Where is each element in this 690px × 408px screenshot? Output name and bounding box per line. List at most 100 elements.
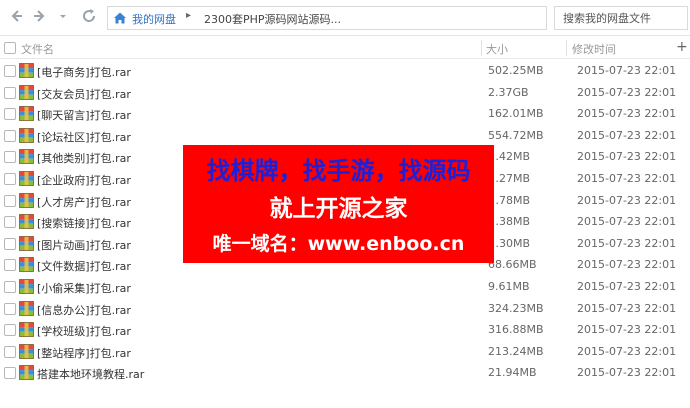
file-modified-time: 2015-07-23 22:01 xyxy=(577,366,677,380)
column-divider[interactable] xyxy=(566,40,567,56)
file-size: …42MB xyxy=(488,150,531,164)
column-header-size[interactable]: 大小 xyxy=(486,41,508,57)
file-size: …38MB xyxy=(488,215,531,229)
file-modified-time: 2015-07-23 22:01 xyxy=(577,107,677,121)
column-header-modified-time[interactable]: 修改时间 xyxy=(572,41,616,57)
select-all-checkbox[interactable] xyxy=(4,42,16,54)
file-size: 21.94MB xyxy=(488,366,537,380)
file-row[interactable]: [学校班级]打包.rar 316.88MB 2015-07-23 22:01 xyxy=(0,319,690,341)
file-modified-time: 2015-07-23 22:01 xyxy=(577,258,677,272)
file-checkbox[interactable] xyxy=(4,280,16,293)
file-modified-time: 2015-07-23 22:01 xyxy=(577,150,677,164)
file-checkbox[interactable] xyxy=(4,345,16,358)
file-size: 213.24MB xyxy=(488,344,544,358)
file-row[interactable]: [整站程序]打包.rar 213.24MB 2015-07-23 22:01 xyxy=(0,341,690,363)
file-checkbox[interactable] xyxy=(4,65,16,77)
file-name[interactable]: [交友会员]打包.rar xyxy=(37,86,131,102)
column-header-name[interactable]: 文件名 xyxy=(21,41,54,57)
file-row[interactable]: [聊天留言]打包.rar 162.01MB 2015-07-23 22:01 xyxy=(0,103,690,125)
arrow-left-icon[interactable] xyxy=(6,8,26,28)
file-name[interactable]: [人才房产]打包.rar xyxy=(37,194,131,210)
navigation-bar: 我的网盘 ▸ 2300套PHP源码网站源码... xyxy=(0,0,690,36)
file-checkbox[interactable] xyxy=(4,86,16,99)
rar-archive-icon xyxy=(19,127,34,143)
file-name[interactable]: 搭建本地环境教程.rar xyxy=(37,366,144,382)
file-checkbox[interactable] xyxy=(4,151,16,164)
rar-archive-icon xyxy=(19,365,34,381)
file-row[interactable]: [交友会员]打包.rar 2.37GB 2015-07-23 22:01 xyxy=(0,82,690,104)
file-size: 316.88MB xyxy=(488,323,544,337)
file-list-header: 文件名 大小 修改时间 + xyxy=(0,37,690,59)
file-name[interactable]: [聊天留言]打包.rar xyxy=(37,107,131,123)
refresh-icon[interactable] xyxy=(78,8,100,28)
file-name[interactable]: [搜索链接]打包.rar xyxy=(37,215,131,231)
file-name[interactable]: [企业政府]打包.rar xyxy=(37,172,131,188)
file-row[interactable]: [小偷采集]打包.rar 9.61MB 2015-07-23 22:01 xyxy=(0,276,690,298)
advertisement-banner: 找棋牌，找手游，找源码 就上开源之家 唯一域名：www.enboo.cn xyxy=(183,145,494,263)
file-modified-time: 2015-07-23 22:01 xyxy=(577,344,677,358)
file-checkbox[interactable] xyxy=(4,172,16,185)
file-name[interactable]: [其他类别]打包.rar xyxy=(37,150,131,166)
add-column-icon[interactable]: + xyxy=(676,40,688,54)
file-name[interactable]: [学校班级]打包.rar xyxy=(37,323,131,339)
search-input[interactable] xyxy=(554,6,688,30)
breadcrumb-home[interactable]: 我的网盘 xyxy=(132,11,176,27)
home-icon[interactable] xyxy=(113,11,127,25)
file-size: 68.66MB xyxy=(488,258,537,272)
rar-archive-icon xyxy=(19,257,34,273)
breadcrumb-separator-icon: ▸ xyxy=(186,10,192,21)
file-row[interactable]: [论坛社区]打包.rar 554.72MB 2015-07-23 22:01 xyxy=(0,125,690,147)
file-checkbox[interactable] xyxy=(4,367,16,380)
file-size: 9.61MB xyxy=(488,279,530,293)
file-modified-time: 2015-07-23 22:01 xyxy=(577,128,677,142)
file-name[interactable]: [小偷采集]打包.rar xyxy=(37,280,131,296)
file-size: …78MB xyxy=(488,193,531,207)
file-modified-time: 2015-07-23 22:01 xyxy=(577,323,677,337)
file-size: 324.23MB xyxy=(488,301,544,315)
file-name[interactable]: [信息办公]打包.rar xyxy=(37,302,131,318)
file-checkbox[interactable] xyxy=(4,108,16,121)
rar-archive-icon xyxy=(19,322,34,338)
file-checkbox[interactable] xyxy=(4,324,16,337)
file-modified-time: 2015-07-23 22:01 xyxy=(577,171,677,185)
rar-archive-icon xyxy=(19,171,34,186)
file-name[interactable]: [论坛社区]打包.rar xyxy=(37,129,131,145)
file-modified-time: 2015-07-23 22:01 xyxy=(577,215,677,229)
file-name[interactable]: [整站程序]打包.rar xyxy=(37,345,131,361)
rar-archive-icon xyxy=(19,279,34,294)
file-name[interactable]: [电子商务]打包.rar xyxy=(37,64,131,80)
file-size: …27MB xyxy=(488,171,531,185)
file-checkbox[interactable] xyxy=(4,194,16,207)
file-name[interactable]: [图片动画]打包.rar xyxy=(37,237,131,253)
column-divider[interactable] xyxy=(481,40,482,56)
file-checkbox[interactable] xyxy=(4,216,16,229)
rar-archive-icon xyxy=(19,214,34,230)
file-row[interactable]: [信息办公]打包.rar 324.23MB 2015-07-23 22:01 xyxy=(0,298,690,320)
file-modified-time: 2015-07-23 22:01 xyxy=(577,64,677,77)
file-modified-time: 2015-07-23 22:01 xyxy=(577,236,677,250)
file-size: 2.37GB xyxy=(488,85,529,99)
rar-archive-icon xyxy=(19,192,34,208)
file-modified-time: 2015-07-23 22:01 xyxy=(577,301,677,315)
file-row[interactable]: 搭建本地环境教程.rar 21.94MB 2015-07-23 22:01 xyxy=(0,362,690,384)
arrow-right-icon[interactable] xyxy=(30,8,50,28)
file-size: 502.25MB xyxy=(488,64,544,77)
rar-archive-icon xyxy=(19,63,34,78)
file-checkbox[interactable] xyxy=(4,237,16,250)
rar-archive-icon xyxy=(19,106,34,122)
chevron-down-icon[interactable] xyxy=(56,8,70,28)
address-bar[interactable]: 我的网盘 ▸ 2300套PHP源码网站源码... xyxy=(107,6,547,30)
file-checkbox[interactable] xyxy=(4,302,16,315)
file-checkbox[interactable] xyxy=(4,259,16,272)
rar-archive-icon xyxy=(19,149,34,165)
file-modified-time: 2015-07-23 22:01 xyxy=(577,193,677,207)
banner-line-3: 唯一域名：www.enboo.cn xyxy=(212,233,465,255)
file-checkbox[interactable] xyxy=(4,129,16,142)
rar-archive-icon xyxy=(19,300,34,316)
file-size: 162.01MB xyxy=(488,107,544,121)
breadcrumb-current-folder[interactable]: 2300套PHP源码网站源码... xyxy=(204,11,341,27)
file-name[interactable]: [文件数据]打包.rar xyxy=(37,258,131,274)
rar-archive-icon xyxy=(19,235,34,251)
file-row[interactable]: [电子商务]打包.rar 502.25MB 2015-07-23 22:01 xyxy=(0,60,690,82)
banner-line-2: 就上开源之家 xyxy=(269,196,408,222)
